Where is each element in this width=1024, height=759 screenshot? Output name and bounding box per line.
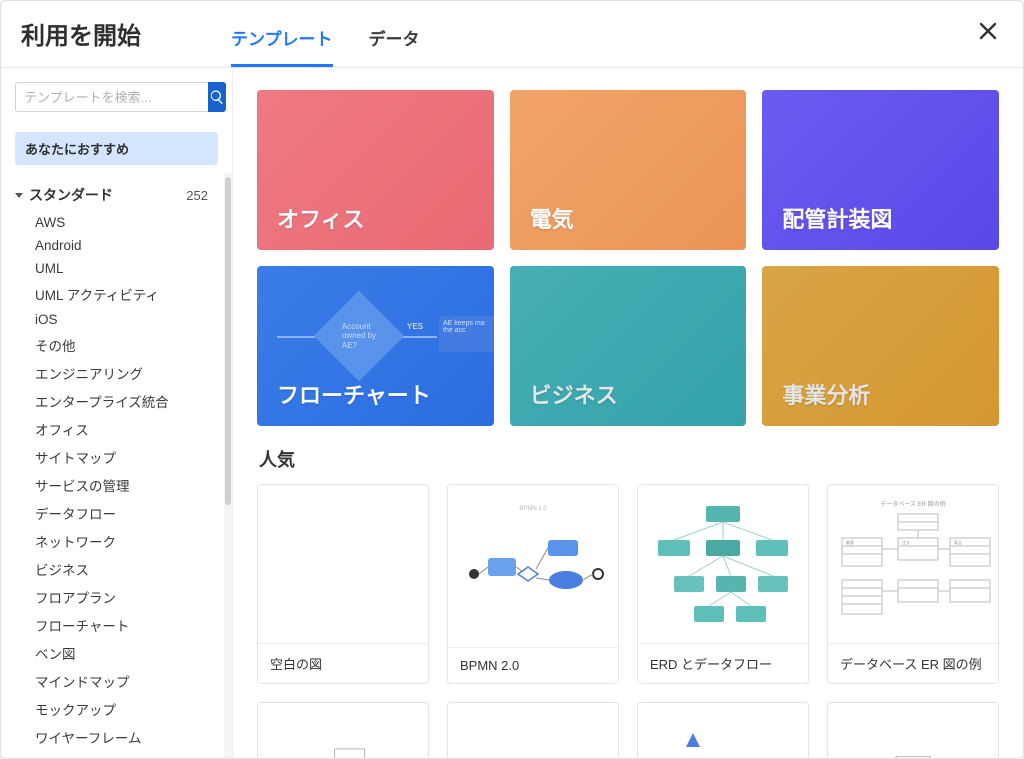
card-caption: 空白の図 [258, 643, 428, 683]
search-row [1, 68, 232, 122]
card-preview [638, 485, 808, 643]
sidebar-nav: スタンダード 252 AWSAndroidUMLUML アクティビティiOSその… [1, 173, 222, 758]
svg-text:顧客: 顧客 [846, 539, 854, 545]
tile-label: 電気 [530, 202, 574, 234]
sidebar-scrollbar[interactable] [224, 173, 232, 758]
tab-templates[interactable]: テンプレート [231, 21, 333, 67]
sidebar-item[interactable]: フロアプラン [29, 583, 216, 611]
template-card[interactable] [827, 702, 999, 758]
sidebar-item[interactable]: ネットワーク [29, 527, 216, 555]
close-icon [979, 22, 997, 40]
sidebar-item[interactable]: サイトマップ [29, 443, 216, 471]
sidebar-item[interactable]: ビジネス [29, 555, 216, 583]
category-tile[interactable]: 電気 [510, 90, 747, 250]
category-tile[interactable]: ビジネス [510, 266, 747, 426]
tile-label: オフィス [277, 202, 365, 234]
recommended-pill[interactable]: あなたにおすすめ [15, 132, 218, 165]
tab-data[interactable]: データ [369, 21, 420, 67]
card-preview [828, 703, 998, 758]
category-tile[interactable]: 事業分析 [762, 266, 999, 426]
sidebar: あなたにおすすめ スタンダード 252 AWSAndroidUMLUML アクテ… [1, 68, 233, 758]
popular-card-grid-row2 [257, 702, 999, 758]
page-title: 利用を開始 [21, 16, 141, 67]
header: 利用を開始 テンプレート データ [1, 1, 1023, 68]
sidebar-item[interactable]: Android [29, 234, 216, 257]
flow-mini-diagram: Accountowned byAE?YESAE keeps mathe acc [257, 266, 494, 426]
card-preview [258, 703, 428, 758]
header-tabs: テンプレート データ [231, 21, 973, 67]
sidebar-item[interactable]: iOS [29, 308, 216, 331]
svg-text:BPMN 2.0: BPMN 2.0 [519, 506, 547, 512]
card-preview [638, 703, 808, 758]
scrollbar-thumb[interactable] [225, 177, 231, 505]
sidebar-item[interactable]: 事業分析 [29, 751, 216, 758]
search-button[interactable] [208, 82, 226, 112]
section-title-popular: 人気 [259, 446, 999, 472]
sidebar-item[interactable]: データフロー [29, 499, 216, 527]
search-input[interactable] [15, 82, 208, 112]
template-card[interactable]: 空白の図 [257, 484, 429, 684]
card-caption: BPMN 2.0 [448, 647, 618, 683]
category-tile[interactable]: オフィス [257, 90, 494, 250]
category-tile[interactable]: フローチャートAccountowned byAE?YESAE keeps mat… [257, 266, 494, 426]
card-caption: ERD とデータフロー [638, 643, 808, 683]
template-card[interactable]: データベース ER 図の例顧客製品注文データベース ER 図の例 [827, 484, 999, 684]
main-panel: オフィス 電気 配管計装図フローチャートAccountowned byAE?YESA… [233, 68, 1023, 758]
card-caption: データベース ER 図の例 [828, 643, 998, 683]
template-card[interactable]: ERD とデータフロー [637, 484, 809, 684]
nav-items-standard: AWSAndroidUMLUML アクティビティiOSその他エンジニアリングエン… [7, 211, 216, 758]
sidebar-item[interactable]: サービスの管理 [29, 471, 216, 499]
svg-text:データベース ER 図の例: データベース ER 図の例 [880, 500, 945, 508]
svg-text:注文: 注文 [902, 539, 910, 545]
tile-label: ビジネス [530, 378, 618, 410]
category-tile[interactable]: 配管計装図 [762, 90, 999, 250]
sidebar-item[interactable]: フローチャート [29, 611, 216, 639]
card-preview: BPMN 2.0 [448, 485, 618, 647]
sidebar-item[interactable]: UML [29, 257, 216, 280]
sidebar-item[interactable]: オフィス [29, 415, 216, 443]
card-preview [448, 703, 618, 758]
sidebar-item[interactable]: モックアップ [29, 695, 216, 723]
tile-label: 事業分析 [782, 378, 870, 410]
sidebar-item[interactable]: AWS [29, 211, 216, 234]
card-preview: データベース ER 図の例顧客 製品 注文 [828, 485, 998, 643]
close-button[interactable] [973, 13, 1003, 67]
sidebar-item[interactable]: UML アクティビティ [29, 280, 216, 308]
card-preview [258, 485, 428, 643]
tile-label: 配管計装図 [782, 202, 892, 234]
search-icon [209, 89, 225, 105]
category-tile-grid: オフィス 電気 配管計装図フローチャートAccountowned byAE?YESA… [257, 90, 999, 426]
sidebar-item[interactable]: エンジニアリング [29, 359, 216, 387]
popular-card-grid: 空白の図BPMN 2.0BPMN 2.0ERD とデータフローデータベース ER… [257, 484, 999, 684]
template-card[interactable]: BPMN 2.0 BPMN 2.0 [447, 484, 619, 684]
nav-group-header-standard[interactable]: スタンダード 252 [7, 179, 216, 211]
svg-text:製品: 製品 [954, 539, 962, 545]
sidebar-item[interactable]: エンタープライズ統合 [29, 387, 216, 415]
template-card[interactable] [257, 702, 429, 758]
sidebar-item[interactable]: ワイヤーフレーム [29, 723, 216, 751]
sidebar-item[interactable]: その他 [29, 331, 216, 359]
template-picker-window: 利用を開始 テンプレート データ あなたにおすすめ [0, 0, 1024, 759]
template-card[interactable] [447, 702, 619, 758]
sidebar-item[interactable]: ベン図 [29, 639, 216, 667]
sidebar-item[interactable]: マインドマップ [29, 667, 216, 695]
template-card[interactable] [637, 702, 809, 758]
nav-group-count: 252 [186, 188, 208, 203]
caret-down-icon [15, 193, 23, 198]
nav-group-label: スタンダード [29, 185, 186, 205]
body: あなたにおすすめ スタンダード 252 AWSAndroidUMLUML アクテ… [1, 68, 1023, 758]
nav-group-standard: スタンダード 252 AWSAndroidUMLUML アクティビティiOSその… [7, 179, 216, 758]
